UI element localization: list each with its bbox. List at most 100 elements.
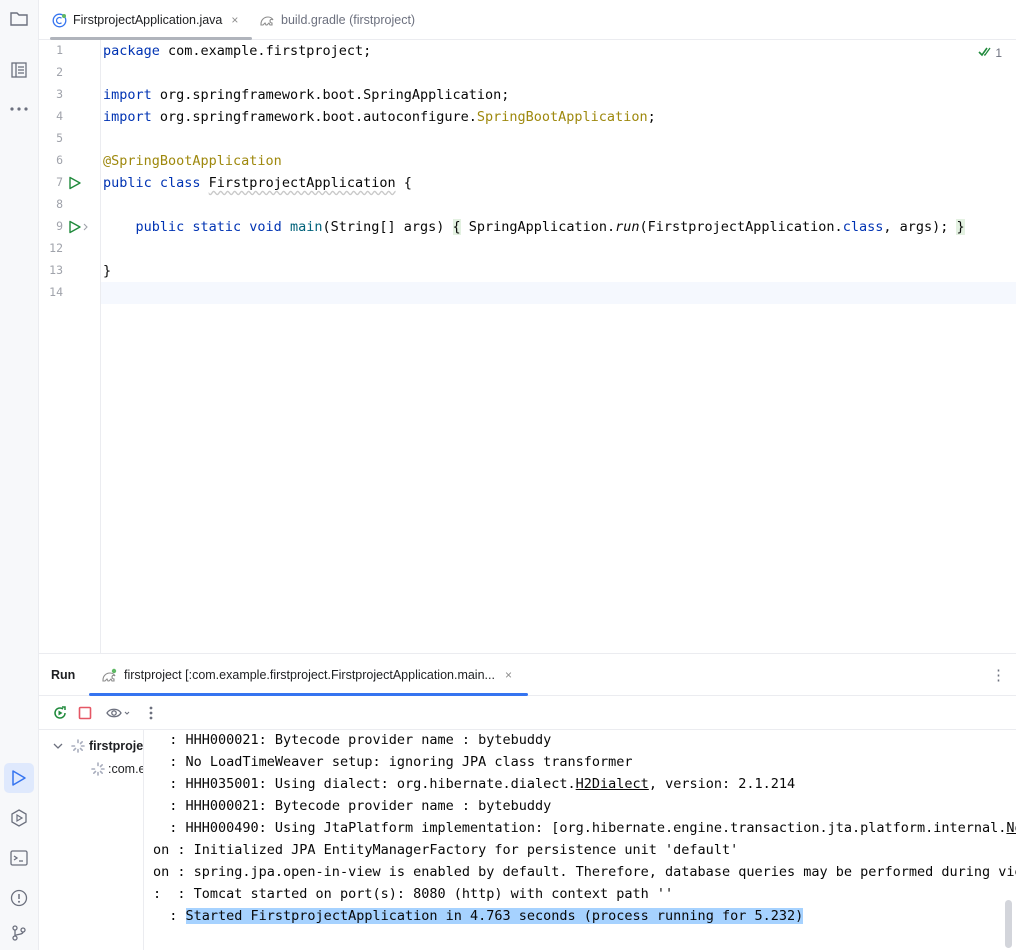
code-text: public static void main(String[] args) {…: [103, 216, 965, 238]
project-folder-icon[interactable]: [4, 4, 34, 34]
code-line[interactable]: [103, 128, 1016, 150]
console-line[interactable]: : HHH000490: Using JtaPlatform implement…: [153, 817, 1016, 839]
code-line[interactable]: import org.springframework.boot.autoconf…: [103, 106, 1016, 128]
code-text: }: [103, 260, 111, 282]
code-line[interactable]: @SpringBootApplication: [103, 150, 1016, 172]
console-line[interactable]: : : Tomcat started on port(s): 8080 (htt…: [153, 883, 673, 905]
code-line[interactable]: public static void main(String[] args) {…: [103, 216, 1016, 238]
line-number: 5: [56, 131, 63, 145]
more-tools-icon[interactable]: [4, 94, 34, 124]
code-token: import: [103, 109, 160, 125]
structure-icon[interactable]: [4, 55, 34, 85]
code-token: org.springframework.boot.autoconfigure.: [159, 109, 477, 125]
code-text: import org.springframework.boot.SpringAp…: [103, 84, 509, 106]
code-token: {: [452, 219, 461, 235]
run-gutter-icon[interactable]: [68, 220, 90, 239]
terminal-icon[interactable]: [4, 843, 34, 873]
tree-item-firstproject[interactable]: firstproje: [53, 735, 143, 757]
problems-icon[interactable]: [4, 883, 34, 913]
console-line[interactable]: : HHH000021: Bytecode provider name : by…: [153, 795, 551, 817]
console-line[interactable]: : No LoadTimeWeaver setup: ignoring JPA …: [153, 751, 633, 773]
console-prefix: :: [153, 754, 186, 770]
git-icon[interactable]: [4, 918, 34, 948]
tab-label: build.gradle (firstproject): [281, 13, 416, 27]
tree-item-main-task[interactable]: :com.e: [91, 758, 143, 780]
console-prefix: :: [153, 798, 186, 814]
chevron-down-icon[interactable]: [53, 742, 63, 750]
code-token: }: [956, 219, 965, 235]
code-line[interactable]: [103, 62, 1016, 84]
console-message: spring.jpa.open-in-view is enabled by de…: [193, 864, 1016, 880]
code-token: package: [103, 43, 169, 59]
code-line[interactable]: import org.springframework.boot.SpringAp…: [103, 84, 1016, 106]
console-link[interactable]: No: [1006, 820, 1016, 836]
line-number: 13: [49, 263, 63, 277]
run-tool-icon[interactable]: [4, 763, 34, 793]
console-message: Started FirstprojectApplication in 4.763…: [185, 908, 804, 924]
spring-class-icon: [52, 13, 67, 28]
spinner-icon: [71, 739, 85, 753]
tab-firstproject-application[interactable]: FirstprojectApplication.java ×: [49, 0, 253, 40]
console-prefix: : :: [153, 886, 194, 902]
code-token: (String[] args): [322, 219, 453, 235]
line-number: 3: [56, 87, 63, 101]
console-output[interactable]: : HHH000021: Bytecode provider name : by…: [145, 730, 1016, 950]
code-token: org.springframework.boot.SpringApplicati…: [159, 87, 510, 103]
console-line[interactable]: on : spring.jpa.open-in-view is enabled …: [153, 861, 1016, 883]
gradle-run-icon: [101, 668, 118, 682]
code-line[interactable]: [103, 194, 1016, 216]
code-editor[interactable]: 1 1 package com.example.firstproject; 2 3 im…: [39, 40, 1016, 653]
code-text: import org.springframework.boot.autoconf…: [103, 106, 656, 128]
console-message: HHH000021: Bytecode provider name : byte…: [185, 732, 552, 748]
code-text: package com.example.firstproject;: [103, 40, 371, 62]
console-line[interactable]: : HHH000021: Bytecode provider name : by…: [153, 730, 551, 751]
more-options-icon[interactable]: [142, 704, 160, 722]
line-number: 7: [56, 175, 63, 189]
console-message: HHH000021: Bytecode provider name : byte…: [185, 798, 552, 814]
code-line[interactable]: package com.example.firstproject;: [103, 40, 1016, 62]
code-line[interactable]: [103, 238, 1016, 260]
run-toolbar: [39, 696, 1016, 730]
run-tree: firstproje :com.e: [39, 730, 144, 950]
line-number: 12: [49, 241, 63, 255]
line-number: 4: [56, 109, 63, 123]
rerun-icon[interactable]: [51, 704, 69, 722]
console-line[interactable]: : Started FirstprojectApplication in 4.7…: [153, 905, 804, 927]
console-message: No LoadTimeWeaver setup: ignoring JPA cl…: [185, 754, 633, 770]
line-number: 6: [56, 153, 63, 167]
code-token: FirstprojectApplication: [208, 175, 396, 191]
console-line[interactable]: : HHH035001: Using dialect: org.hibernat…: [153, 773, 795, 795]
code-token: com.example.firstproject;: [168, 43, 372, 59]
code-token: SpringBootApplication: [476, 109, 648, 125]
console-message: Initialized JPA EntityManagerFactory for…: [193, 842, 739, 858]
console-prefix: on :: [153, 864, 194, 880]
run-gutter-icon[interactable]: [68, 176, 90, 195]
eye-icon[interactable]: [105, 704, 131, 722]
run-configuration-tab[interactable]: firstproject [:com.example.firstproject.…: [89, 654, 528, 696]
console-scrollbar[interactable]: [1005, 900, 1012, 948]
line-number: 14: [49, 285, 63, 299]
close-run-tab-icon[interactable]: ×: [505, 668, 512, 682]
console-message: Tomcat started on port(s): 8080 (http) w…: [193, 886, 674, 902]
tree-item-label: firstproje: [89, 739, 144, 753]
tool-window-bar: [0, 0, 39, 950]
run-tool-window: Run firstproject [:com.example.firstproj…: [39, 653, 1016, 950]
code-token: ;: [647, 109, 656, 125]
code-line[interactable]: }: [103, 260, 1016, 282]
run-tab-label: firstproject [:com.example.firstproject.…: [124, 668, 495, 682]
console-prefix: :: [153, 820, 186, 836]
code-line[interactable]: public class FirstprojectApplication {: [103, 172, 1016, 194]
code-token: public class: [103, 175, 209, 191]
services-icon[interactable]: [4, 803, 34, 833]
console-link[interactable]: H2Dialect: [576, 776, 649, 792]
console-message: HHH000490: Using JtaPlatform implementat…: [185, 820, 1007, 836]
run-panel-menu-icon[interactable]: ⋮: [991, 666, 1006, 684]
tab-build-gradle[interactable]: build.gradle (firstproject): [259, 0, 415, 40]
stop-icon[interactable]: [76, 704, 94, 722]
close-tab-icon[interactable]: ×: [231, 13, 238, 27]
console-line[interactable]: on : Initialized JPA EntityManagerFactor…: [153, 839, 738, 861]
console-prefix: on :: [153, 842, 194, 858]
code-token: (FirstprojectApplication.: [639, 219, 843, 235]
tab-label: FirstprojectApplication.java: [73, 13, 223, 27]
code-line[interactable]: [103, 282, 1016, 304]
